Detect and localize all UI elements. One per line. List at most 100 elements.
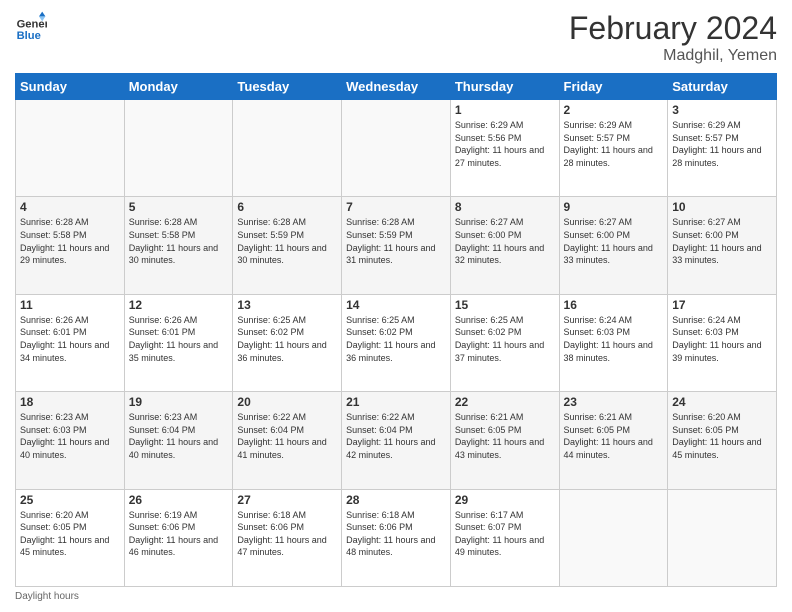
day-cell: 28 Sunrise: 6:18 AMSunset: 6:06 PMDayligh… [342, 489, 451, 586]
day-cell: 11 Sunrise: 6:26 AMSunset: 6:01 PMDayligh… [16, 294, 125, 391]
day-number: 14 [346, 298, 446, 312]
svg-text:Blue: Blue [17, 30, 41, 42]
day-info: Sunrise: 6:20 AMSunset: 6:05 PMDaylight:… [672, 411, 772, 461]
day-info: Sunrise: 6:29 AMSunset: 5:57 PMDaylight:… [672, 119, 772, 169]
day-number: 12 [129, 298, 229, 312]
day-info: Sunrise: 6:18 AMSunset: 6:06 PMDaylight:… [237, 509, 337, 559]
day-number: 6 [237, 200, 337, 214]
day-number: 22 [455, 395, 555, 409]
day-info: Sunrise: 6:25 AMSunset: 6:02 PMDaylight:… [346, 314, 446, 364]
day-cell: 16 Sunrise: 6:24 AMSunset: 6:03 PMDayligh… [559, 294, 668, 391]
day-cell: 27Sunrise: 6:18 AMSunset: 6:06 PMDayligh… [233, 489, 342, 586]
day-info: Sunrise: 6:23 AMSunset: 6:04 PMDaylight:… [129, 411, 229, 461]
month-title: February 2024 [569, 10, 777, 47]
day-cell: 3Sunrise: 6:29 AMSunset: 5:57 PMDaylight… [668, 100, 777, 197]
day-cell: 8 Sunrise: 6:27 AMSunset: 6:00 PMDaylight… [450, 197, 559, 294]
day-number: 17 [672, 298, 772, 312]
day-info: Sunrise: 6:17 AMSunset: 6:07 PMDaylight:… [455, 509, 555, 559]
day-cell: 19 Sunrise: 6:23 AMSunset: 6:04 PMDayligh… [124, 392, 233, 489]
col-header-thursday: Thursday [450, 74, 559, 100]
day-cell [559, 489, 668, 586]
day-number: 18 [20, 395, 120, 409]
day-number: 8 [455, 200, 555, 214]
header: General Blue February 2024 Madghil, Yeme… [15, 10, 777, 65]
day-cell: 25 Sunrise: 6:20 AMSunset: 6:05 PMDayligh… [16, 489, 125, 586]
day-info: Sunrise: 6:22 AMSunset: 6:04 PMDaylight:… [237, 411, 337, 461]
day-cell: 2 Sunrise: 6:29 AMSunset: 5:57 PMDaylight… [559, 100, 668, 197]
day-number: 10 [672, 200, 772, 214]
day-number: 25 [20, 493, 120, 507]
day-info: Sunrise: 6:23 AMSunset: 6:03 PMDaylight:… [20, 411, 120, 461]
day-cell [233, 100, 342, 197]
day-cell: 7Sunrise: 6:28 AMSunset: 5:59 PMDaylight… [342, 197, 451, 294]
day-cell: 17Sunrise: 6:24 AMSunset: 6:03 PMDayligh… [668, 294, 777, 391]
day-cell [16, 100, 125, 197]
week-row-1: 1Sunrise: 6:29 AMSunset: 5:56 PMDaylight… [16, 100, 777, 197]
day-cell: 15 Sunrise: 6:25 AMSunset: 6:02 PMDayligh… [450, 294, 559, 391]
day-info: Sunrise: 6:29 AMSunset: 5:57 PMDaylight:… [564, 119, 664, 169]
day-number: 16 [564, 298, 664, 312]
location: Madghil, Yemen [569, 47, 777, 65]
day-cell: 20 Sunrise: 6:22 AMSunset: 6:04 PMDayligh… [233, 392, 342, 489]
day-info: Sunrise: 6:19 AMSunset: 6:06 PMDaylight:… [129, 509, 229, 559]
day-number: 21 [346, 395, 446, 409]
day-number: 9 [564, 200, 664, 214]
day-info: Sunrise: 6:28 AMSunset: 5:58 PMDaylight:… [20, 216, 120, 266]
logo: General Blue [15, 10, 47, 42]
day-cell: 29 Sunrise: 6:17 AMSunset: 6:07 PMDayligh… [450, 489, 559, 586]
day-number: 15 [455, 298, 555, 312]
day-number: 24 [672, 395, 772, 409]
calendar-header-row: SundayMondayTuesdayWednesdayThursdayFrid… [16, 74, 777, 100]
day-cell: 12Sunrise: 6:26 AMSunset: 6:01 PMDayligh… [124, 294, 233, 391]
day-number: 2 [564, 103, 664, 117]
col-header-wednesday: Wednesday [342, 74, 451, 100]
col-header-monday: Monday [124, 74, 233, 100]
day-number: 23 [564, 395, 664, 409]
day-number: 4 [20, 200, 120, 214]
col-header-friday: Friday [559, 74, 668, 100]
day-info: Sunrise: 6:20 AMSunset: 6:05 PMDaylight:… [20, 509, 120, 559]
day-info: Sunrise: 6:25 AMSunset: 6:02 PMDaylight:… [237, 314, 337, 364]
col-header-sunday: Sunday [16, 74, 125, 100]
day-info: Sunrise: 6:28 AMSunset: 5:58 PMDaylight:… [129, 216, 229, 266]
day-number: 1 [455, 103, 555, 117]
day-info: Sunrise: 6:21 AMSunset: 6:05 PMDaylight:… [564, 411, 664, 461]
day-cell [668, 489, 777, 586]
day-number: 13 [237, 298, 337, 312]
week-row-4: 18 Sunrise: 6:23 AMSunset: 6:03 PMDayligh… [16, 392, 777, 489]
day-cell: 6 Sunrise: 6:28 AMSunset: 5:59 PMDaylight… [233, 197, 342, 294]
day-info: Sunrise: 6:22 AMSunset: 6:04 PMDaylight:… [346, 411, 446, 461]
footer-note: Daylight hours [15, 591, 777, 602]
day-number: 26 [129, 493, 229, 507]
day-number: 19 [129, 395, 229, 409]
day-cell: 5 Sunrise: 6:28 AMSunset: 5:58 PMDaylight… [124, 197, 233, 294]
day-info: Sunrise: 6:26 AMSunset: 6:01 PMDaylight:… [20, 314, 120, 364]
day-info: Sunrise: 6:18 AMSunset: 6:06 PMDaylight:… [346, 509, 446, 559]
day-info: Sunrise: 6:21 AMSunset: 6:05 PMDaylight:… [455, 411, 555, 461]
col-header-tuesday: Tuesday [233, 74, 342, 100]
day-cell [342, 100, 451, 197]
day-cell: 26 Sunrise: 6:19 AMSunset: 6:06 PMDayligh… [124, 489, 233, 586]
calendar: SundayMondayTuesdayWednesdayThursdayFrid… [15, 73, 777, 587]
day-info: Sunrise: 6:28 AMSunset: 5:59 PMDaylight:… [346, 216, 446, 266]
day-cell: 21 Sunrise: 6:22 AMSunset: 6:04 PMDayligh… [342, 392, 451, 489]
logo-icon: General Blue [15, 10, 47, 42]
day-number: 20 [237, 395, 337, 409]
day-cell: 10Sunrise: 6:27 AMSunset: 6:00 PMDayligh… [668, 197, 777, 294]
day-info: Sunrise: 6:28 AMSunset: 5:59 PMDaylight:… [237, 216, 337, 266]
col-header-saturday: Saturday [668, 74, 777, 100]
day-number: 11 [20, 298, 120, 312]
day-number: 29 [455, 493, 555, 507]
day-info: Sunrise: 6:25 AMSunset: 6:02 PMDaylight:… [455, 314, 555, 364]
day-info: Sunrise: 6:24 AMSunset: 6:03 PMDaylight:… [564, 314, 664, 364]
day-info: Sunrise: 6:27 AMSunset: 6:00 PMDaylight:… [455, 216, 555, 266]
day-number: 5 [129, 200, 229, 214]
day-cell: 13 Sunrise: 6:25 AMSunset: 6:02 PMDayligh… [233, 294, 342, 391]
day-cell: 22 Sunrise: 6:21 AMSunset: 6:05 PMDayligh… [450, 392, 559, 489]
day-cell: 24 Sunrise: 6:20 AMSunset: 6:05 PMDayligh… [668, 392, 777, 489]
page: General Blue February 2024 Madghil, Yeme… [0, 0, 792, 612]
week-row-2: 4 Sunrise: 6:28 AMSunset: 5:58 PMDaylight… [16, 197, 777, 294]
title-block: February 2024 Madghil, Yemen [569, 10, 777, 65]
day-info: Sunrise: 6:27 AMSunset: 6:00 PMDaylight:… [564, 216, 664, 266]
day-number: 28 [346, 493, 446, 507]
